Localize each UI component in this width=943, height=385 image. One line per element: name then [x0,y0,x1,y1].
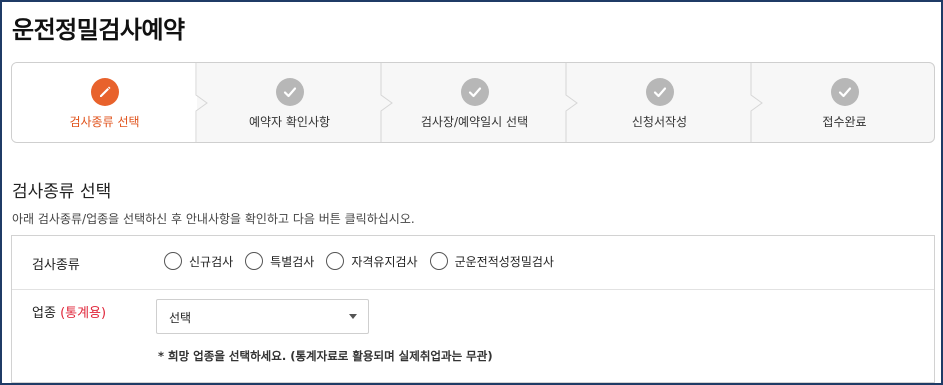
radio-circle[interactable] [429,252,448,270]
step-label: 검사종류 선택 [69,115,140,129]
step-label: 검사장/예약일시 선택 [420,115,529,129]
step-location-datetime: 검사장/예약일시 선택 [382,63,567,142]
radio-circle[interactable] [164,252,182,270]
check-icon [275,78,304,106]
step-application-form: 신청서작성 [567,63,752,142]
radio-military-inspection[interactable]: 군운전적성정밀검사 [429,252,554,270]
caret-down-icon [349,314,357,319]
industry-label-note: (통계용) [60,306,107,321]
step-label: 신청서작성 [631,115,688,129]
industry-hint: * 희망 업종을 선택하세요. (통계자료로 활용되며 실제취업과는 무관) [158,349,493,363]
radio-label: 신규검사 [189,254,234,269]
section-title: 검사종류 선택 [12,182,112,202]
step-select-type: 검사종류 선택 [12,63,197,142]
step-separator [565,63,578,142]
radio-qualification-inspection[interactable]: 자격유지검사 [326,252,418,270]
step-reserver-check: 예약자 확인사항 [197,63,382,142]
section-description: 아래 검사종류/업종을 선택하신 후 안내사항을 확인하고 다음 버튼 클릭하십… [12,212,415,226]
step-complete: 접수완료 [752,63,934,142]
step-label: 예약자 확인사항 [248,115,331,129]
check-icon [830,78,859,106]
window-frame: 운전정밀검사예약 검사종류 선택 예약자 확인사항 검사장/예약일시 선택 신청… [0,0,943,385]
industry-select[interactable]: 선택 [156,299,369,334]
industry-label-text: 업종 [32,306,56,321]
step-separator [750,63,763,142]
inspection-type-label: 검사종류 [32,258,80,273]
pencil-icon [90,78,119,106]
inspection-type-row: 검사종류 신규검사 특별검사 자격유지검사 군운전적성정밀검사 [12,236,934,290]
step-separator [380,63,393,142]
radio-new-inspection[interactable]: 신규검사 [164,252,233,270]
industry-select-value: 선택 [169,311,192,325]
radio-label: 군운전적성정밀검사 [454,254,554,269]
check-icon [460,78,489,106]
industry-label: 업종 (통계용) [32,302,106,321]
page-title: 운전정밀검사예약 [12,16,185,44]
radio-circle[interactable] [326,252,345,270]
radio-label: 특별검사 [270,254,315,269]
check-icon [645,78,674,106]
radio-circle[interactable] [245,252,264,270]
inspection-type-radio-group: 신규검사 특별검사 자격유지검사 군운전적성정밀검사 [164,252,566,270]
step-label: 접수완료 [822,115,867,129]
step-separator [195,63,208,142]
progress-stepper: 검사종류 선택 예약자 확인사항 검사장/예약일시 선택 신청서작성 접수완료 [11,62,935,143]
inspection-form: 검사종류 신규검사 특별검사 자격유지검사 군운전적성정밀검사 업종 (통계용)… [11,235,935,383]
radio-special-inspection[interactable]: 특별검사 [245,252,314,270]
radio-label: 자격유지검사 [351,254,418,269]
